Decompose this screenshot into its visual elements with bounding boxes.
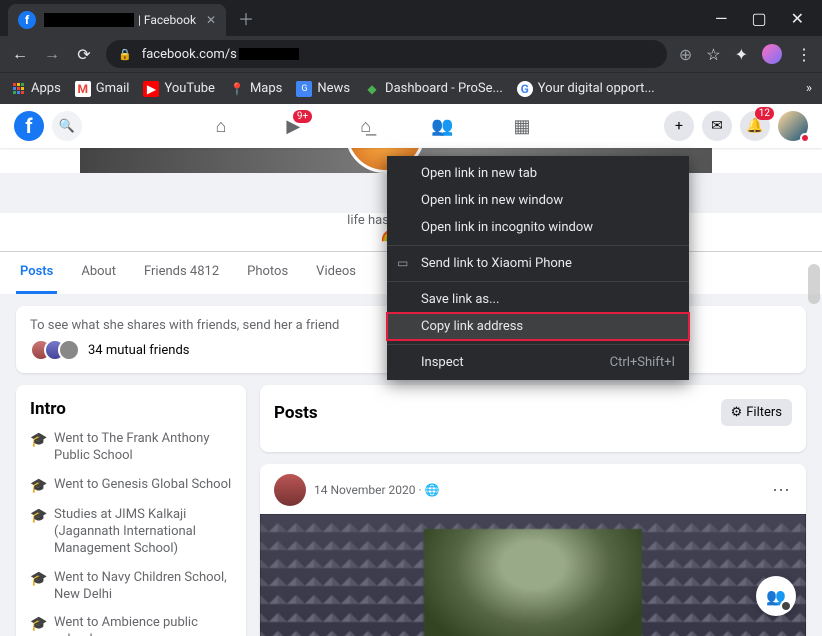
profile-avatar-icon[interactable]: [762, 44, 782, 64]
close-window-icon[interactable]: ✕: [791, 9, 804, 28]
groups-icon[interactable]: 👥: [431, 116, 453, 137]
gmail-icon: M: [75, 81, 91, 97]
post-image[interactable]: [260, 514, 806, 636]
tab-about[interactable]: About: [77, 252, 120, 294]
phone-icon: ▭: [397, 256, 408, 270]
mutual-friends-text[interactable]: 34 mutual friends: [88, 343, 189, 358]
redacted-title: [44, 13, 134, 27]
window-controls: — ▢ ✕: [715, 9, 822, 28]
facebook-favicon: f: [18, 11, 36, 29]
facebook-search-icon[interactable]: 🔍: [52, 111, 82, 141]
facebook-nav: ⌂ ▶9+ ⌂̲ 👥 ▦: [82, 116, 664, 137]
education-icon: 🎓: [30, 507, 46, 558]
digital-bookmark[interactable]: G Your digital opport...: [517, 81, 655, 97]
education-icon: 🎓: [30, 431, 46, 465]
bookmarks-overflow-icon[interactable]: »: [806, 81, 812, 96]
context-menu: Open link in new tab Open link in new wi…: [387, 156, 689, 380]
youtube-icon: ▶: [143, 81, 159, 97]
ctx-save-link-as[interactable]: Save link as...: [387, 286, 689, 313]
education-icon: 🎓: [30, 615, 46, 636]
education-icon: 🎓: [30, 477, 46, 495]
dashboard-icon: ◆: [364, 81, 380, 97]
account-avatar[interactable]: [778, 111, 808, 141]
intro-item: 🎓Studies at JIMS Kalkaji (Jagannath Inte…: [30, 507, 232, 558]
filters-icon: ⚙: [731, 405, 743, 420]
lock-icon: 🔒: [118, 48, 132, 61]
ctx-open-new-tab[interactable]: Open link in new tab: [387, 160, 689, 187]
tab-photos[interactable]: Photos: [243, 252, 292, 294]
google-icon: G: [517, 81, 533, 97]
create-button[interactable]: +: [664, 111, 694, 141]
post-menu-icon[interactable]: ⋯: [772, 480, 792, 501]
post-privacy-icon: 🌐: [425, 483, 440, 497]
post-date[interactable]: 14 November 2020: [314, 483, 416, 497]
intro-item: 🎓Went to Navy Children School, New Delhi: [30, 570, 232, 604]
facebook-logo[interactable]: f: [14, 111, 44, 141]
posts-title: Posts: [274, 403, 318, 423]
search-in-page-icon[interactable]: ⊕: [679, 45, 692, 64]
post-card: 14 November 2020 · 🌐 ⋯: [260, 464, 806, 636]
maps-icon: 📍: [229, 81, 245, 97]
tab-friends[interactable]: Friends 4812: [140, 252, 223, 294]
facebook-header: f 🔍 ⌂ ▶9+ ⌂̲ 👥 ▦ + ✉ 🔔12: [0, 104, 822, 148]
new-tab-button[interactable]: ＋: [238, 6, 254, 30]
browser-tab[interactable]: f | Facebook ✕: [8, 4, 226, 36]
facebook-header-right: + ✉ 🔔12: [664, 111, 808, 141]
intro-title: Intro: [30, 399, 232, 419]
filters-button[interactable]: ⚙Filters: [721, 399, 792, 426]
reload-icon[interactable]: ⟳: [74, 45, 94, 64]
gaming-icon[interactable]: ▦: [514, 116, 531, 137]
tab-title: | Facebook: [138, 13, 196, 27]
intro-item: 🎓Went to The Frank Anthony Public School: [30, 431, 232, 465]
news-icon: G: [296, 81, 312, 97]
news-bookmark[interactable]: G News: [296, 81, 350, 97]
window-titlebar: f | Facebook ✕ ＋ — ▢ ✕: [0, 0, 822, 36]
mutual-avatar[interactable]: [58, 339, 80, 361]
address-bar[interactable]: 🔒 facebook.com/s: [106, 40, 667, 68]
ctx-open-incognito[interactable]: Open link in incognito window: [387, 214, 689, 241]
dashboard-bookmark[interactable]: ◆ Dashboard - ProSe...: [364, 81, 503, 97]
bookmarks-bar: Apps M Gmail ▶ YouTube 📍 Maps G News ◆ D…: [0, 72, 822, 104]
forward-icon: →: [42, 44, 62, 64]
messenger-float-button[interactable]: 👥: [756, 576, 796, 616]
notifications-icon[interactable]: 🔔12: [740, 111, 770, 141]
tab-videos[interactable]: Videos: [312, 252, 360, 294]
notification-dot: [800, 133, 810, 143]
close-tab-icon[interactable]: ✕: [206, 13, 216, 27]
ctx-send-to-phone[interactable]: ▭Send link to Xiaomi Phone: [387, 250, 689, 277]
maximize-icon[interactable]: ▢: [751, 9, 766, 28]
browser-toolbar: ← → ⟳ 🔒 facebook.com/s ⊕ ☆ ✦ ⋮: [0, 36, 822, 72]
gmail-bookmark[interactable]: M Gmail: [75, 81, 130, 97]
youtube-bookmark[interactable]: ▶ YouTube: [143, 81, 215, 97]
extensions-icon[interactable]: ✦: [735, 45, 748, 64]
ctx-open-new-window[interactable]: Open link in new window: [387, 187, 689, 214]
messenger-badge: [780, 600, 792, 612]
apps-bookmark[interactable]: Apps: [10, 81, 61, 97]
home-icon[interactable]: ⌂: [215, 116, 226, 137]
redacted-url: [239, 48, 299, 60]
inspect-shortcut: Ctrl+Shift+I: [610, 355, 675, 370]
watch-icon[interactable]: ▶9+: [286, 116, 300, 137]
back-icon[interactable]: ←: [10, 44, 30, 64]
ctx-copy-link-address[interactable]: Copy link address: [387, 313, 689, 340]
intro-item: 🎓Went to Genesis Global School: [30, 477, 232, 495]
education-icon: 🎓: [30, 570, 46, 604]
messenger-icon[interactable]: ✉: [702, 111, 732, 141]
maps-bookmark[interactable]: 📍 Maps: [229, 81, 282, 97]
star-icon[interactable]: ☆: [706, 45, 720, 64]
posts-header-card: Posts ⚙Filters: [260, 385, 806, 452]
url-text: facebook.com/s: [142, 47, 237, 62]
intro-card: Intro 🎓Went to The Frank Anthony Public …: [16, 385, 246, 636]
menu-icon[interactable]: ⋮: [796, 45, 812, 64]
minimize-icon[interactable]: —: [715, 9, 728, 28]
scrollbar[interactable]: [808, 264, 820, 304]
marketplace-icon[interactable]: ⌂̲: [360, 116, 371, 137]
tab-posts[interactable]: Posts: [16, 252, 57, 294]
intro-item: 🎓Went to Ambience public school: [30, 615, 232, 636]
post-author-avatar[interactable]: [274, 474, 306, 506]
ctx-inspect[interactable]: InspectCtrl+Shift+I: [387, 349, 689, 376]
